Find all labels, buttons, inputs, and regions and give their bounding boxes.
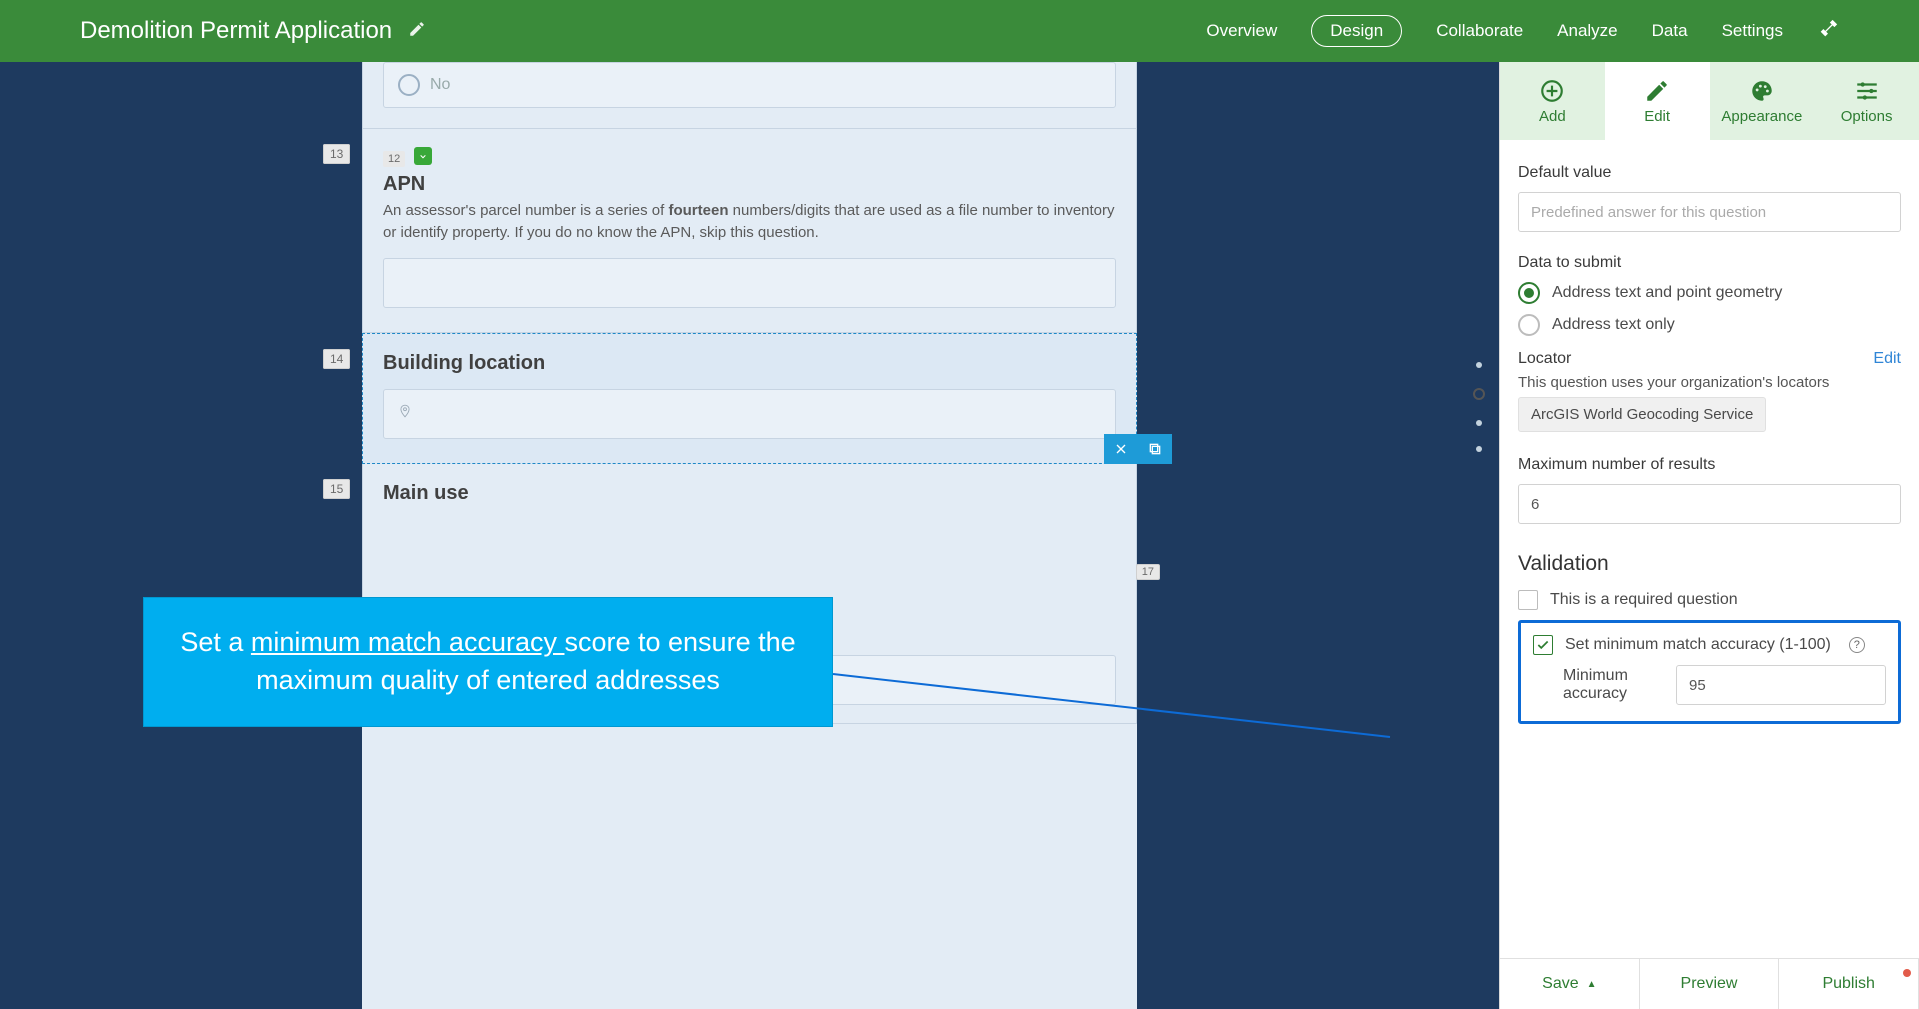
- text-input-preview[interactable]: [383, 258, 1116, 308]
- panel-footer: Save▲ Preview Publish: [1500, 958, 1919, 1009]
- checkbox-icon: [1533, 635, 1553, 655]
- radio-icon: [1518, 282, 1540, 304]
- nav-collaborate[interactable]: Collaborate: [1436, 21, 1523, 41]
- data-submit-option-1[interactable]: Address text and point geometry: [1518, 282, 1901, 304]
- radio-option-no[interactable]: No: [383, 62, 1116, 108]
- radio-icon: [1518, 314, 1540, 336]
- duplicate-question-button[interactable]: [1138, 434, 1172, 464]
- min-accuracy-input[interactable]: [1676, 665, 1886, 705]
- page-dot[interactable]: [1476, 446, 1482, 452]
- locator-edit-link[interactable]: Edit: [1873, 350, 1901, 368]
- max-results-input[interactable]: [1518, 484, 1901, 524]
- app-title: Demolition Permit Application: [80, 17, 392, 45]
- page-dots: [1473, 362, 1485, 452]
- panel-tabs: Add Edit Appearance Options: [1500, 62, 1919, 140]
- callout-pointer: [830, 647, 1530, 847]
- panel-tab-edit[interactable]: Edit: [1605, 62, 1710, 140]
- max-results-label: Maximum number of results: [1518, 456, 1901, 474]
- form-canvas-area: No 13 12 APN An assessor's parcel number…: [0, 62, 1499, 1009]
- tools-icon[interactable]: [1817, 18, 1839, 45]
- validation-heading: Validation: [1518, 552, 1901, 576]
- primary-nav: Overview Design Collaborate Analyze Data…: [1206, 15, 1839, 47]
- delete-question-button[interactable]: [1104, 434, 1138, 464]
- radio-label: No: [430, 76, 450, 94]
- locator-description: This question uses your organization's l…: [1518, 374, 1901, 391]
- question-title: Building location: [383, 352, 1116, 375]
- panel-tab-appearance[interactable]: Appearance: [1710, 62, 1815, 140]
- locator-label: Locator: [1518, 350, 1571, 368]
- default-value-input[interactable]: [1518, 192, 1901, 232]
- address-input-preview[interactable]: [383, 389, 1116, 439]
- page-dot-active[interactable]: [1473, 388, 1485, 400]
- nav-settings[interactable]: Settings: [1722, 21, 1783, 41]
- question-description: An assessor's parcel number is a series …: [383, 200, 1116, 244]
- selection-toolbar: [1104, 434, 1172, 464]
- form-canvas: No 13 12 APN An assessor's parcel number…: [362, 62, 1137, 1009]
- help-icon[interactable]: ?: [1849, 637, 1865, 653]
- default-value-label: Default value: [1518, 164, 1901, 182]
- panel-tab-options[interactable]: Options: [1814, 62, 1919, 140]
- question-card-building-location[interactable]: 14 Building location: [362, 333, 1137, 464]
- min-accuracy-label: Minimum accuracy: [1563, 667, 1662, 703]
- nav-overview[interactable]: Overview: [1206, 21, 1277, 41]
- row-number: 14: [323, 349, 350, 369]
- row-tag: 17: [1136, 564, 1160, 580]
- checkbox-icon: [1518, 590, 1538, 610]
- save-button[interactable]: Save▲: [1500, 959, 1640, 1009]
- edit-title-icon[interactable]: [408, 20, 426, 43]
- required-checkbox-row[interactable]: This is a required question: [1518, 590, 1901, 610]
- preview-button[interactable]: Preview: [1640, 959, 1780, 1009]
- locator-chip: ArcGIS World Geocoding Service: [1518, 397, 1766, 432]
- page-dot[interactable]: [1476, 362, 1482, 368]
- nav-analyze[interactable]: Analyze: [1557, 21, 1617, 41]
- publish-button[interactable]: Publish: [1779, 959, 1919, 1009]
- question-card[interactable]: No: [362, 62, 1137, 129]
- data-submit-option-2[interactable]: Address text only: [1518, 314, 1901, 336]
- question-number-badge: 12: [383, 151, 405, 167]
- row-number: 13: [323, 144, 350, 164]
- row-number: 15: [323, 479, 350, 499]
- tutorial-callout: Set a minimum match accuracy score to en…: [143, 597, 833, 727]
- question-title: APN: [383, 173, 1116, 196]
- page-dot[interactable]: [1476, 420, 1482, 426]
- panel-tab-add[interactable]: Add: [1500, 62, 1605, 140]
- nav-data[interactable]: Data: [1652, 21, 1688, 41]
- min-match-focus-box: Set minimum match accuracy (1-100) ? Min…: [1518, 620, 1901, 724]
- question-title: Main use: [383, 482, 1116, 505]
- data-submit-label: Data to submit: [1518, 254, 1901, 272]
- location-pin-icon: [398, 402, 412, 425]
- radio-icon: [398, 74, 420, 96]
- caret-up-icon: ▲: [1587, 979, 1597, 990]
- rule-icon[interactable]: [414, 147, 432, 165]
- min-match-checkbox-row[interactable]: Set minimum match accuracy (1-100) ?: [1533, 635, 1886, 655]
- nav-design[interactable]: Design: [1311, 15, 1402, 47]
- app-header: Demolition Permit Application Overview D…: [0, 0, 1919, 62]
- properties-panel: Add Edit Appearance Options Default valu…: [1499, 62, 1919, 1009]
- question-card-apn[interactable]: 13 12 APN An assessor's parcel number is…: [362, 129, 1137, 333]
- notification-dot-icon: [1903, 969, 1911, 977]
